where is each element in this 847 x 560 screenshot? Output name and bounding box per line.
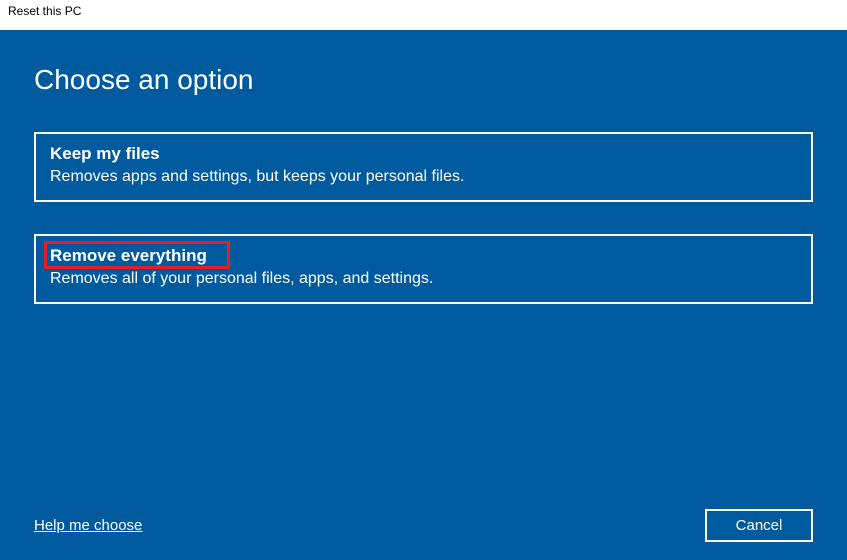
footer: Help me choose Cancel (34, 509, 813, 542)
option-desc: Removes all of your personal files, apps… (50, 270, 797, 288)
cancel-button[interactable]: Cancel (705, 509, 813, 542)
option-remove-everything[interactable]: Remove everything Removes all of your pe… (34, 234, 813, 304)
option-desc: Removes apps and settings, but keeps you… (50, 168, 797, 186)
page-title: Choose an option (34, 64, 813, 96)
help-me-choose-link[interactable]: Help me choose (34, 517, 142, 534)
main-panel: Choose an option Keep my files Removes a… (0, 30, 847, 560)
option-title: Keep my files (50, 144, 160, 164)
window-title: Reset this PC (8, 4, 81, 18)
option-keep-my-files[interactable]: Keep my files Removes apps and settings,… (34, 132, 813, 202)
window-header: Reset this PC (0, 0, 847, 30)
option-title: Remove everything (50, 246, 207, 266)
